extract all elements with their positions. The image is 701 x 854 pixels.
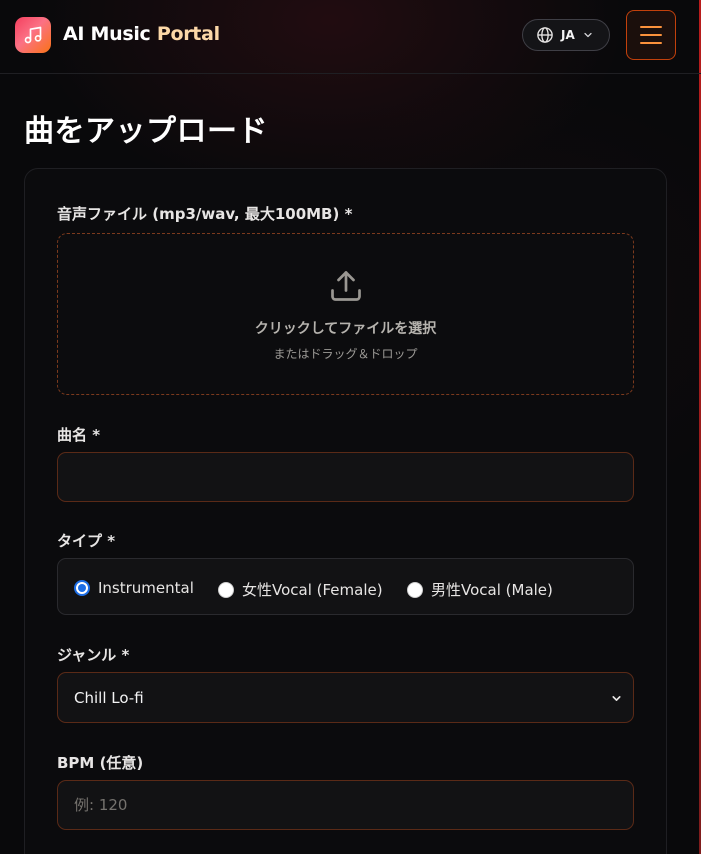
type-option-label: 男性Vocal (Male) [431, 581, 553, 599]
app-header: AI Music Portal JA [0, 0, 701, 74]
audio-file-label: 音声ファイル (mp3/wav, 最大100MB) * [57, 205, 353, 223]
globe-icon [537, 27, 553, 43]
hamburger-icon-bar [640, 26, 662, 28]
radio-checked-icon[interactable] [74, 580, 90, 596]
app-logo[interactable] [15, 17, 51, 53]
type-option-label: Instrumental [98, 579, 194, 597]
language-code: JA [561, 28, 575, 42]
hamburger-icon-bar [640, 42, 662, 44]
app-name[interactable]: AI Music Portal [63, 23, 220, 45]
music-note-icon [24, 26, 42, 44]
type-option-male-vocal[interactable]: 男性Vocal (Male) [407, 579, 553, 600]
song-name-label: 曲名 * [57, 426, 101, 444]
genre-selected-value: Chill Lo-fi [74, 689, 144, 707]
radio-unchecked-icon[interactable] [218, 581, 234, 598]
page-title: 曲をアップロード [24, 114, 268, 149]
type-option-female-vocal[interactable]: 女性Vocal (Female) [218, 579, 383, 600]
genre-select[interactable]: Chill Lo-fi [57, 672, 634, 723]
song-name-input[interactable] [58, 453, 633, 501]
bpm-field [57, 780, 634, 830]
type-radio-group: Instrumental 女性Vocal (Female) 男性Vocal (M… [57, 558, 634, 615]
dropzone-hint: またはドラッグ＆ドロップ [273, 347, 418, 361]
type-option-label: 女性Vocal (Female) [242, 581, 383, 599]
bpm-input[interactable] [58, 781, 633, 829]
app-name-part1: AI Music [63, 23, 151, 45]
language-selector[interactable]: JA [522, 19, 610, 51]
menu-button[interactable] [626, 10, 676, 60]
radio-unchecked-icon[interactable] [407, 581, 423, 598]
upload-icon [331, 271, 361, 301]
chevron-down-icon [584, 32, 592, 38]
type-option-instrumental[interactable]: Instrumental [74, 579, 194, 597]
type-label: タイプ * [57, 532, 116, 550]
chevron-down-icon [612, 696, 621, 701]
app-name-part2: Portal [156, 23, 220, 45]
bpm-label: BPM (任意) [57, 754, 144, 772]
file-dropzone[interactable]: クリックしてファイルを選択 またはドラッグ＆ドロップ [57, 233, 634, 395]
hamburger-icon-bar [640, 34, 662, 36]
song-name-field [57, 452, 634, 502]
dropzone-instruction: クリックしてファイルを選択 [254, 321, 437, 337]
genre-label: ジャンル * [57, 646, 130, 664]
